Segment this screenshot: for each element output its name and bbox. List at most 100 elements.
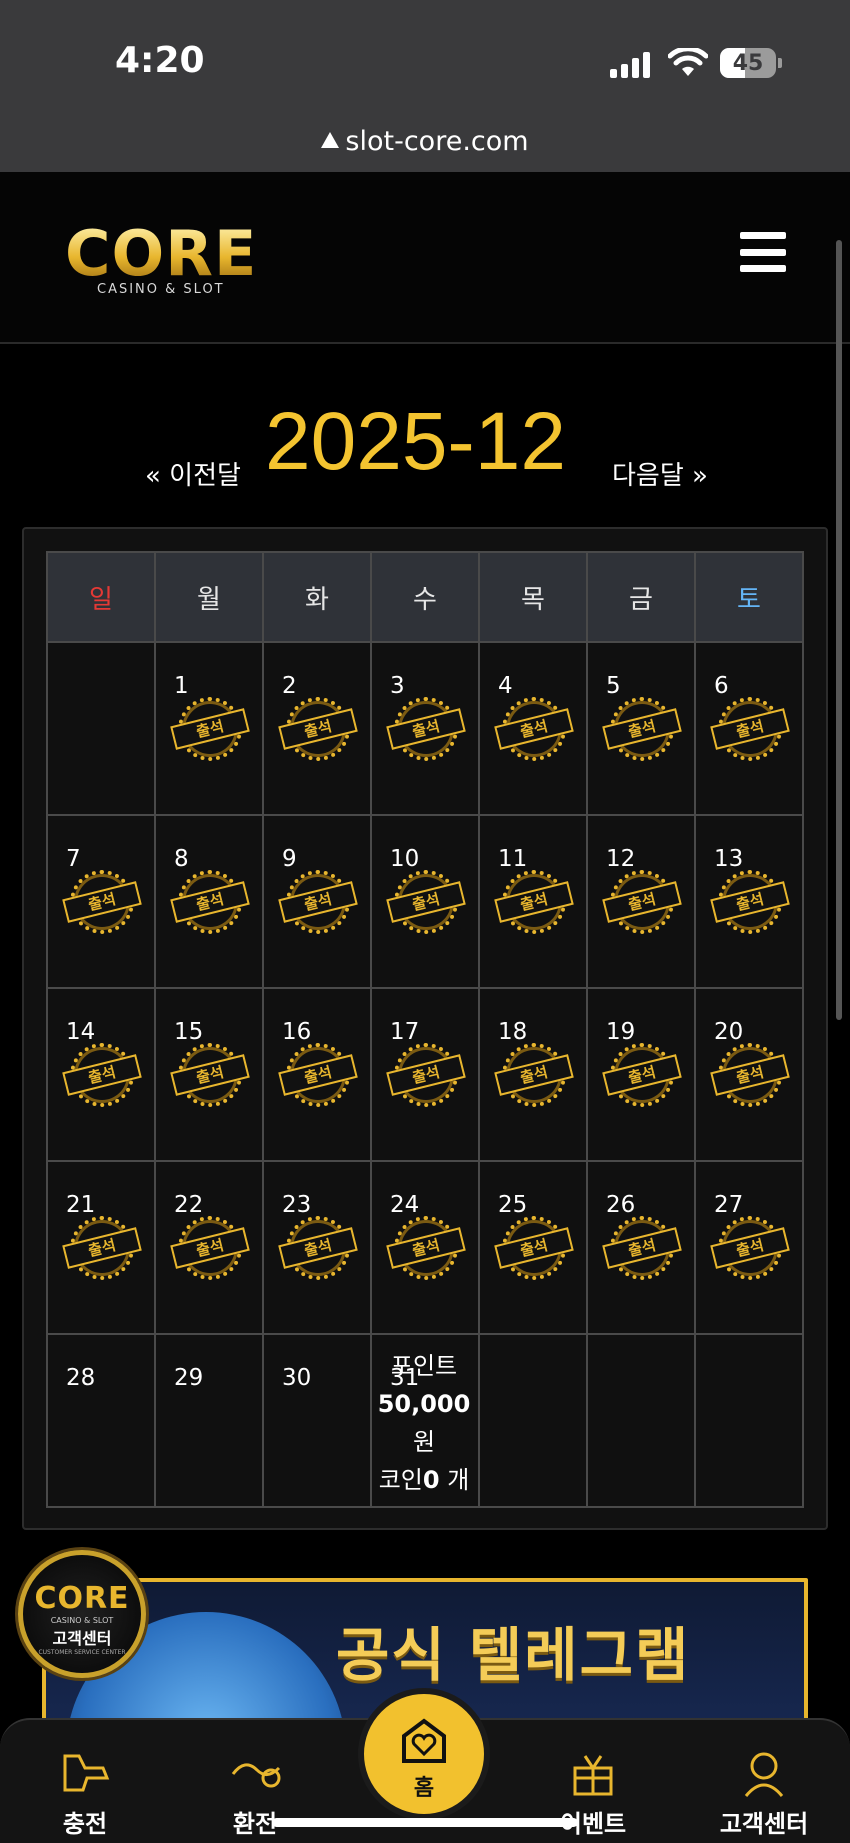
attendance-stamp-icon: 출석 (278, 697, 358, 761)
calendar-day: 28 (46, 1333, 156, 1508)
next-month-link[interactable]: 다음달 » (612, 455, 708, 492)
day-number: 8 (174, 846, 189, 872)
calendar-day: 24 출석 (370, 1160, 480, 1335)
calendar-day: 17 출석 (370, 987, 480, 1162)
scrollbar[interactable] (836, 240, 842, 1020)
calendar-day: 22 출석 (154, 1160, 264, 1335)
empty-day-cell (694, 1333, 804, 1508)
nav-charge[interactable]: 충전 (25, 1748, 145, 1839)
day-number: 27 (714, 1192, 744, 1218)
calendar-day: 21 출석 (46, 1160, 156, 1335)
weekday-header: 금 (586, 551, 696, 643)
url-text: slot-core.com (345, 126, 529, 157)
calendar-day: 13 출석 (694, 814, 804, 989)
day-number: 2 (282, 673, 297, 699)
attendance-stamp-icon: 출석 (62, 870, 142, 934)
charge-icon (63, 1754, 110, 1792)
banner-title: 공식 텔레그램 (336, 1621, 691, 1689)
day-number: 9 (282, 846, 297, 872)
site-header: CORE CASINO & SLOT (0, 172, 850, 344)
day-number: 13 (714, 846, 744, 872)
nav-home[interactable]: 홈 (358, 1688, 490, 1820)
attendance-stamp-icon: 출석 (62, 1216, 142, 1280)
calendar-table: 일월화수목금토 1 출석 2 출석 3 출석 4 출석 5 출석 6 출석 7 출석 8 출석 9 출석 10 출석 1… (46, 551, 804, 1508)
badge-brand: CORE (34, 1581, 130, 1616)
attendance-stamp-icon: 출석 (386, 1043, 466, 1107)
empty-day-cell (586, 1333, 696, 1508)
attendance-stamp-icon: 출석 (278, 1043, 358, 1107)
attendance-stamp-icon: 출석 (170, 1216, 250, 1280)
calendar-day: 29 (154, 1333, 264, 1508)
attendance-stamp-icon: 출석 (170, 1043, 250, 1107)
calendar-day: 1 출석 (154, 641, 264, 816)
exchange-icon (231, 1763, 281, 1788)
badge-title: 고객센터 (52, 1629, 112, 1648)
attendance-stamp-icon: 출석 (386, 870, 466, 934)
customer-service-badge[interactable]: CORE CASINO & SLOT 고객센터 CUSTOMER SERVICE… (18, 1550, 146, 1678)
day-number: 20 (714, 1019, 744, 1045)
attendance-stamp-icon: 출석 (494, 697, 574, 761)
calendar-day: 4 출석 (478, 641, 588, 816)
headset-icon (744, 1752, 784, 1797)
nav-support[interactable]: 고객센터 (704, 1748, 824, 1839)
attendance-stamp-icon: 출석 (602, 870, 682, 934)
calendar-day: 26 출석 (586, 1160, 696, 1335)
menu-icon[interactable] (740, 232, 786, 272)
month-title: 2025-12 (265, 396, 566, 487)
day-number: 15 (174, 1019, 204, 1045)
badge-sub: CASINO & SLOT (50, 1616, 114, 1625)
attendance-stamp-icon: 출석 (602, 1043, 682, 1107)
home-heart-icon (402, 1718, 446, 1763)
month-navigation: « 이전달 2025-12 다음달 » (0, 395, 850, 495)
nav-home-label: 홈 (413, 1776, 435, 1801)
weekday-header: 토 (694, 551, 804, 643)
attendance-stamp-icon: 출석 (278, 1216, 358, 1280)
day-number: 16 (282, 1019, 312, 1045)
calendar-day: 25 출석 (478, 1160, 588, 1335)
attendance-stamp-icon: 출석 (170, 870, 250, 934)
calendar-day: 9 출석 (262, 814, 372, 989)
attendance-stamp-icon: 출석 (602, 1216, 682, 1280)
calendar-day: 15 출석 (154, 987, 264, 1162)
day-number: 12 (606, 846, 636, 872)
calendar-day: 5 출석 (586, 641, 696, 816)
calendar-day: 19 출석 (586, 987, 696, 1162)
weekday-header: 화 (262, 551, 372, 643)
core-logo[interactable]: CORE CASINO & SLOT (65, 222, 265, 302)
day-number: 19 (606, 1019, 636, 1045)
prev-month-link[interactable]: « 이전달 (145, 455, 241, 492)
day-number: 10 (390, 846, 420, 872)
day-number: 30 (282, 1365, 312, 1391)
nav-charge-label: 충전 (62, 1810, 108, 1838)
attendance-stamp-icon: 출석 (386, 697, 466, 761)
calendar-day: 16 출석 (262, 987, 372, 1162)
calendar-day: 10 출석 (370, 814, 480, 989)
attendance-stamp-icon: 출석 (710, 1216, 790, 1280)
calendar-day: 2 출석 (262, 641, 372, 816)
calendar-day: 31 포인트 50,000 원 코인0 개 (370, 1333, 480, 1508)
address-bar[interactable]: slot-core.com (0, 126, 850, 157)
day-number: 11 (498, 846, 528, 872)
day-number: 24 (390, 1192, 420, 1218)
weekday-header: 목 (478, 551, 588, 643)
calendar-day: 11 출석 (478, 814, 588, 989)
battery-level: 45 (732, 50, 764, 76)
attendance-stamp-icon: 출석 (710, 697, 790, 761)
status-bar: 4:20 45 slot-core.com (0, 0, 850, 172)
day-number: 25 (498, 1192, 528, 1218)
attendance-stamp-icon: 출석 (494, 1043, 574, 1107)
day-number: 3 (390, 673, 405, 699)
attendance-stamp-icon: 출석 (710, 870, 790, 934)
day-number: 28 (66, 1365, 96, 1391)
attendance-stamp-icon: 출석 (62, 1043, 142, 1107)
day-number: 7 (66, 846, 81, 872)
status-time: 4:20 (115, 40, 205, 81)
day-number: 5 (606, 673, 621, 699)
attendance-stamp-icon: 출석 (710, 1043, 790, 1107)
point-label: 포인트 (390, 1352, 458, 1380)
badge-tag: CUSTOMER SERVICE CENTER (38, 1649, 126, 1656)
day-number: 29 (174, 1365, 204, 1391)
day-number: 1 (174, 673, 189, 699)
calendar-day: 8 출석 (154, 814, 264, 989)
logo-wordmark: CORE (65, 222, 265, 286)
